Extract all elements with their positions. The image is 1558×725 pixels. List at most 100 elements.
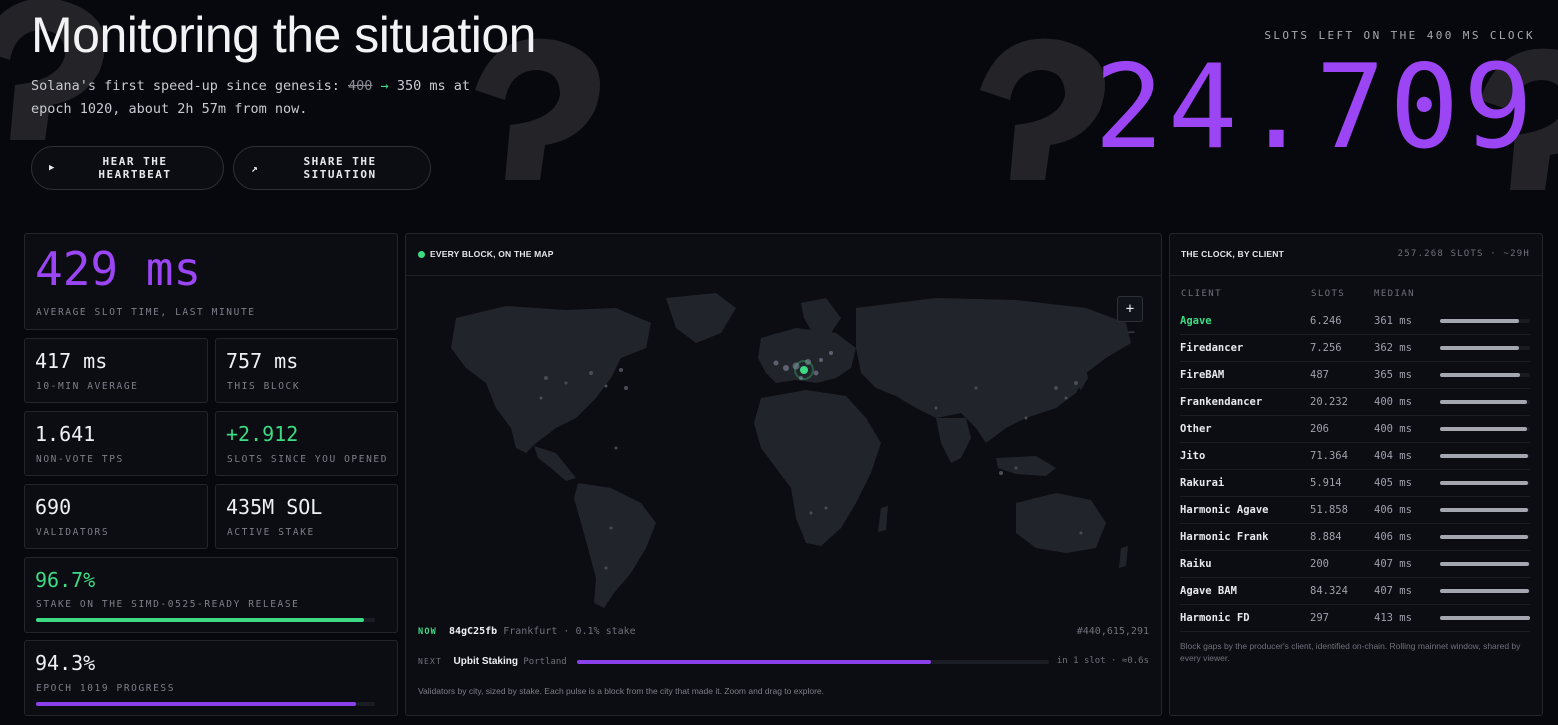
client-median-bar [1440,400,1530,404]
next-tag: NEXT [418,657,443,666]
ten-min-label: 10-MIN AVERAGE [36,381,139,392]
client-median: 400 ms [1374,423,1412,435]
col-median: MEDIAN [1374,289,1415,299]
play-icon: ▶ [49,163,56,173]
slots-since-label: SLOTS SINCE YOU OPENED [227,454,389,465]
client-slots: 297 [1310,612,1329,624]
zoom-out-button[interactable]: − [1128,325,1135,339]
hero-subtitle: Solana's first speed-up since genesis: 4… [31,75,511,121]
map-panel-header: EVERY BLOCK, ON THE MAP [406,234,1161,276]
tps-label: NON-VOTE TPS [36,454,124,465]
client-row: Raiku 200 407 ms [1180,551,1530,578]
client-median-bar [1440,319,1530,323]
active-stake-label: ACTIVE STAKE [227,527,315,538]
col-slots: SLOTS [1311,289,1346,299]
share-situation-button[interactable]: ↗ SHARE THE SITUATION [233,146,431,190]
client-name: Harmonic FD [1180,612,1250,624]
client-name: Rakurai [1180,477,1225,489]
hear-heartbeat-label: HEAR THE HEARTBEAT [98,155,172,181]
map-footer-note: Validators by city, sized by stake. Each… [418,686,824,696]
col-client: CLIENT [1181,289,1222,299]
share-arrow-icon: ↗ [251,161,260,175]
client-row: Other 206 400 ms [1180,416,1530,443]
hear-heartbeat-button[interactable]: ▶ HEAR THE HEARTBEAT [31,146,224,190]
this-block-label: THIS BLOCK [227,381,301,392]
client-row: Harmonic Frank 8.884 406 ms [1180,524,1530,551]
now-city: Frankfurt [503,626,558,637]
epoch-progress-bar [36,702,375,706]
validators-card: 690 VALIDATORS [24,484,208,549]
client-name: FireBAM [1180,369,1225,381]
ten-min-value: 417 ms [35,349,108,373]
client-median-bar [1440,481,1530,485]
live-dot-icon [418,251,425,258]
tps-value: 1.641 [35,422,96,446]
client-row: Agave 6.246 361 ms [1180,308,1530,335]
client-median: 361 ms [1374,315,1412,327]
client-row: Frankendancer 20.232 400 ms [1180,389,1530,416]
now-tag: NOW [418,627,437,637]
client-row: Firedancer 7.256 362 ms [1180,335,1530,362]
now-slot-number: #440,615,291 [1076,626,1149,637]
client-median: 362 ms [1374,342,1412,354]
arrow-right-icon: → [380,78,389,94]
subtitle-prefix: Solana's first speed-up since genesis: [31,78,340,94]
validators-value: 690 [35,495,72,519]
client-row: Agave BAM 84.324 407 ms [1180,578,1530,605]
client-row: Jito 71.364 404 ms [1180,443,1530,470]
map-panel: EVERY BLOCK, ON THE MAP + − NOW 84gC25fb… [405,233,1162,716]
avg-slot-label: AVERAGE SLOT TIME, LAST MINUTE [36,307,256,318]
clients-panel-header: THE CLOCK, BY CLIENT 257.268 SLOTS · ~29… [1170,234,1542,276]
next-leader-city: Portland [523,657,567,667]
client-slots: 84.324 [1310,585,1348,597]
slots-since-card: +2.912 SLOTS SINCE YOU OPENED [215,411,398,476]
client-median: 405 ms [1374,477,1412,489]
client-median-bar [1440,508,1530,512]
map-title: EVERY BLOCK, ON THE MAP [430,249,554,259]
ten-min-card: 417 ms 10-MIN AVERAGE [24,338,208,403]
active-stake-value: 435M SOL [226,495,323,519]
clients-summary: 257.268 SLOTS · ~29H [1397,249,1530,259]
client-slots: 51.858 [1310,504,1348,516]
next-eta: in 1 slot · ≈0.6s [1056,656,1149,666]
client-median-bar [1440,562,1530,566]
slots-since-value: +2.912 [226,422,299,446]
this-block-card: 757 ms THIS BLOCK [215,338,398,403]
simd-value: 96.7% [35,568,96,592]
client-median: 413 ms [1374,612,1412,624]
zoom-in-button[interactable]: + [1117,296,1143,322]
client-row: Harmonic Agave 51.858 406 ms [1180,497,1530,524]
client-name: Other [1180,423,1212,435]
client-slots: 206 [1310,423,1329,435]
client-row: Harmonic FD 297 413 ms [1180,605,1530,632]
client-median: 400 ms [1374,396,1412,408]
clients-title: THE CLOCK, BY CLIENT [1181,249,1285,259]
client-median: 365 ms [1374,369,1412,381]
simd-progress-bar [36,618,375,622]
client-row: Rakurai 5.914 405 ms [1180,470,1530,497]
client-slots: 7.256 [1310,342,1342,354]
client-median: 406 ms [1374,504,1412,516]
client-median-bar [1440,427,1530,431]
client-slots: 5.914 [1310,477,1342,489]
epoch-label: EPOCH 1019 PROGRESS [36,683,176,694]
client-median-bar [1440,589,1530,593]
client-median: 404 ms [1374,450,1412,462]
client-slots: 6.246 [1310,315,1342,327]
active-stake-card: 435M SOL ACTIVE STAKE [215,484,398,549]
client-median-bar [1440,535,1530,539]
share-situation-label: SHARE THE SITUATION [303,155,377,181]
client-median-bar [1440,346,1530,350]
simd-card: 96.7% STAKE ON THE SIMD-0525-READY RELEA… [24,557,398,633]
epoch-card: 94.3% EPOCH 1019 PROGRESS [24,640,398,716]
client-name: Agave BAM [1180,585,1237,597]
client-slots: 200 [1310,558,1329,570]
now-separator: · [563,626,570,637]
client-name: Agave [1180,315,1212,327]
world-map[interactable] [416,278,1151,618]
client-median-bar [1440,373,1530,377]
client-median: 407 ms [1374,585,1412,597]
client-slots: 8.884 [1310,531,1342,543]
client-median: 406 ms [1374,531,1412,543]
epoch-value: 94.3% [35,651,96,675]
